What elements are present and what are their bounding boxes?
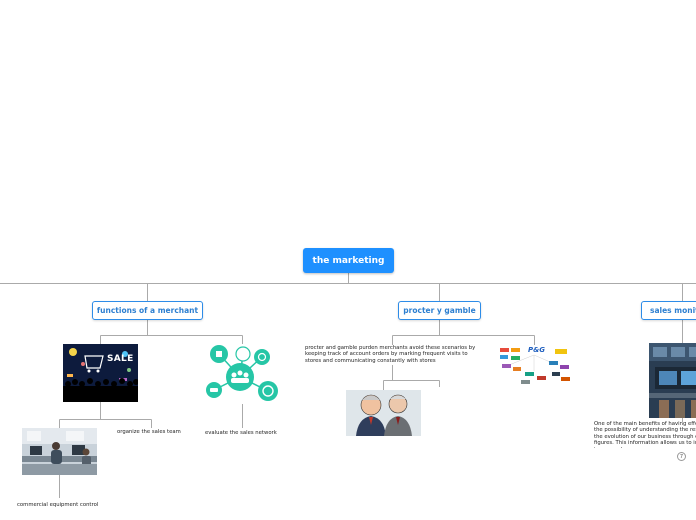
pg-logo-text: P&G — [528, 346, 545, 354]
pg-merchants-text[interactable]: procter and gamble purden merchants avoi… — [305, 345, 481, 364]
sale-crowd-image[interactable]: SALE — [63, 344, 138, 402]
sales-monitoring-image[interactable] — [649, 343, 696, 418]
sales-monitoring-text-body: One of the main benefits of having effec… — [594, 421, 696, 448]
procter-and-gamble-founders-image[interactable] — [346, 390, 421, 436]
topic-functions-of-a-merchant[interactable]: functions of a merchant — [92, 301, 203, 320]
organize-sales-team-label[interactable]: organize the sales team — [117, 429, 181, 435]
hidden-items-count-badge[interactable]: 7 — [677, 452, 686, 461]
central-topic[interactable]: the marketing — [303, 248, 394, 273]
pg-brands-image[interactable]: P&G — [497, 345, 572, 388]
evaluate-sales-network-label[interactable]: evaluate the sales network — [205, 430, 277, 436]
topic-procter-y-gamble[interactable]: procter y gamble — [398, 301, 481, 320]
commercial-equipment-image[interactable] — [22, 428, 97, 475]
mind-map-canvas: the marketing functions of a merchant pr… — [0, 0, 696, 520]
sale-sign-text: SALE — [107, 354, 134, 364]
sales-monitoring-text[interactable]: One of the main benefits of having effec… — [594, 421, 696, 448]
topic-sales-monitoring[interactable]: sales monitoring — [641, 301, 696, 320]
commercial-equipment-control-label[interactable]: commercial equipment control — [17, 502, 98, 508]
sales-network-image[interactable] — [205, 344, 281, 404]
